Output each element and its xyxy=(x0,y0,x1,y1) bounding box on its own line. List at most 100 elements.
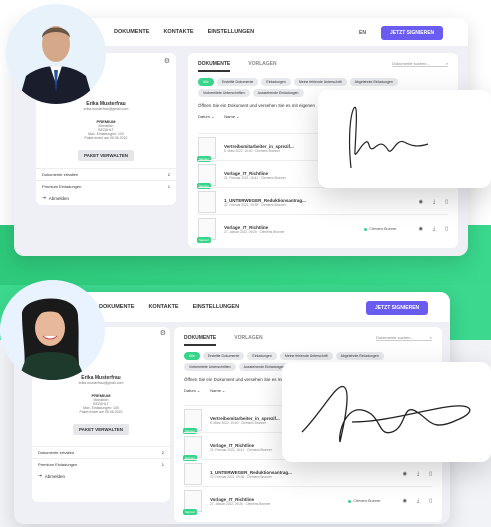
avatar-man-illustration xyxy=(6,4,106,104)
sort-date[interactable]: Datum ⌄ xyxy=(198,114,214,119)
document-thumbnail: Signiert xyxy=(197,137,216,162)
trash-icon[interactable]: ▯ xyxy=(445,226,448,232)
chip-alle[interactable]: Alle xyxy=(198,78,214,86)
gear-icon[interactable]: ⚙ xyxy=(164,57,170,65)
trash-icon[interactable]: ▯ xyxy=(445,199,448,205)
sort-date[interactable]: Datum ⌄ xyxy=(184,388,200,393)
tab-dokumente[interactable]: DOKUMENTE xyxy=(184,335,217,346)
manage-plan-button[interactable]: PAKET VERWALTEN xyxy=(72,424,129,435)
documents-received-row[interactable]: Dokumente erhalten 2 xyxy=(32,446,170,458)
row-count: 2 xyxy=(161,450,164,455)
eye-icon[interactable]: ◉ xyxy=(419,199,423,205)
search-input[interactable]: Dokumente suchen... ⌕ xyxy=(376,335,432,341)
document-subtitle: 5. März 2022, 10:40 · Clemens Brunner xyxy=(210,420,266,425)
nav-dokumente[interactable]: DOKUMENTE xyxy=(114,29,149,35)
sort-date-label: Datum xyxy=(198,114,210,119)
chip-erstellte[interactable]: Erstellte Dokumente xyxy=(216,78,259,86)
search-input[interactable]: Dokumente suchen... ⌕ xyxy=(392,61,448,67)
chip-vorbereitete[interactable]: Vorbereitete Unterschriften xyxy=(184,363,236,371)
documents-received-row[interactable]: Dokumente erhalten 2 xyxy=(36,168,176,180)
chip-alle[interactable]: Alle xyxy=(184,352,200,360)
signer-status: Clemens Brunner xyxy=(364,227,397,231)
document-title: Vertreibsmitarbeiter_in_sprezif... xyxy=(210,415,280,421)
sort-name[interactable]: Name ⌄ xyxy=(224,114,239,119)
tab-dokumente[interactable]: DOKUMENTE xyxy=(198,61,231,72)
search-placeholder: Dokumente suchen... xyxy=(392,61,430,66)
signer-name: Clemens Brunner xyxy=(369,227,397,231)
download-icon[interactable]: ⤓ xyxy=(433,199,435,205)
sign-now-button[interactable]: JETZT SIGNIEREN xyxy=(381,26,444,40)
logout-button[interactable]: ⇥ Abmelden xyxy=(32,470,170,482)
table-row[interactable]: 1_UNTERWEGER_Reduktionsantrag... 22. Febr… xyxy=(184,459,432,485)
trash-icon[interactable]: ▯ xyxy=(429,471,432,477)
table-row[interactable]: Signiert Vorlage_IT_Richtline 27. Januar … xyxy=(197,214,448,243)
row-count: 1 xyxy=(167,184,170,189)
avatar-woman xyxy=(0,280,105,380)
logout-label: Abmelden xyxy=(44,473,66,479)
chip-abgelehnte[interactable]: Abgelehnte Einladungen xyxy=(349,78,398,86)
document-title: 1_UNTERWEGER_Reduktionsantrag... xyxy=(224,197,306,203)
nav-kontakte[interactable]: KONTAKTE xyxy=(163,29,193,35)
row-actions: ◉ ⤓ ▯ xyxy=(419,199,448,205)
tab-vorlagen[interactable]: VORLAGEN xyxy=(234,335,262,346)
row-actions: ◉ ⤓ ▯ xyxy=(419,226,448,232)
document-title: 1_UNTERWEGER_Reduktionsantrag... xyxy=(210,469,292,475)
document-title: Vertreibsmitarbeiter_in_sprezif... xyxy=(224,143,294,149)
row-label: Premium Einladungen xyxy=(38,462,78,467)
signer-name: Clemens Brunner xyxy=(353,499,381,503)
avatar-woman-illustration xyxy=(0,280,105,380)
table-row[interactable]: 1_UNTERWEGER_Reduktionsantrag... 22. Febr… xyxy=(198,187,448,213)
document-subtitle: 27. Januar 2022, 09:25 · Clemens Brunner xyxy=(210,501,271,506)
manage-plan-button[interactable]: PAKET VERWALTEN xyxy=(77,150,134,161)
nav-kontakte[interactable]: KONTAKTE xyxy=(148,304,178,310)
signed-badge: Signiert xyxy=(197,237,212,243)
signature-card xyxy=(318,90,491,188)
premium-invites-row[interactable]: Premium Einladungen 1 xyxy=(36,180,176,192)
logout-button[interactable]: ⇥ Abmelden xyxy=(36,192,176,204)
table-row[interactable]: Signiert Vorlage_IT_Richtline 27. Januar … xyxy=(183,486,432,515)
eye-icon[interactable]: ◉ xyxy=(403,471,407,477)
nav-dokumente[interactable]: DOKUMENTE xyxy=(99,304,134,310)
sort-name-label: Name xyxy=(224,114,235,119)
chip-einladungen[interactable]: Einladungen xyxy=(261,78,291,86)
signed-badge: Signiert xyxy=(183,509,198,515)
premium-invites-row[interactable]: Premium Einladungen 1 xyxy=(32,458,170,470)
document-thumbnail xyxy=(184,463,202,485)
document-subtitle: 22. Februar 2022, 09:35 · Clemens Brunne… xyxy=(210,474,272,479)
language-switch[interactable]: EN xyxy=(359,30,366,36)
plan-line: Paket endet am 05.06.2022 xyxy=(79,410,123,414)
trash-icon[interactable]: ▯ xyxy=(429,498,432,504)
document-thumbnail: Signiert xyxy=(197,164,216,189)
chip-ausstehende[interactable]: Ausstehende Einladungen xyxy=(252,89,304,97)
chip-vorbereitete[interactable]: Vorbereitete Unterschriften xyxy=(198,89,250,97)
signature-drawing xyxy=(301,385,471,443)
plan-line: Paket endet am 05.06.2022 xyxy=(84,136,128,140)
search-icon: ⌕ xyxy=(445,61,448,66)
gear-icon[interactable]: ⚙ xyxy=(160,329,166,337)
eye-icon[interactable]: ◉ xyxy=(403,498,407,504)
document-thumbnail: Signiert xyxy=(183,409,202,434)
nav-einstellungen[interactable]: EINSTELLUNGEN xyxy=(208,29,254,35)
download-icon[interactable]: ⤓ xyxy=(417,471,419,477)
logout-icon: ⇥ xyxy=(38,473,42,478)
sign-now-button[interactable]: JETZT SIGNIEREN xyxy=(366,301,429,315)
search-placeholder: Dokumente suchen... xyxy=(376,335,414,340)
document-thumbnail xyxy=(198,191,216,213)
chip-abgelehnte[interactable]: Abgelehnte Einladungen xyxy=(335,352,384,360)
download-icon[interactable]: ⤓ xyxy=(417,498,419,504)
logout-label: Abmelden xyxy=(48,195,70,201)
chip-erstellte[interactable]: Erstellte Dokumente xyxy=(202,352,245,360)
row-count: 2 xyxy=(167,172,170,177)
chip-fehlende[interactable]: Meine fehlende Unterschrift xyxy=(293,78,347,86)
document-subtitle: 22. Februar 2022, 09:35 · Clemens Brunne… xyxy=(224,202,286,207)
nav-einstellungen[interactable]: EINSTELLUNGEN xyxy=(193,304,239,310)
download-icon[interactable]: ⤓ xyxy=(433,226,435,232)
chip-einladungen[interactable]: Einladungen xyxy=(247,352,277,360)
tab-vorlagen[interactable]: VORLAGEN xyxy=(248,61,276,72)
eye-icon[interactable]: ◉ xyxy=(419,226,423,232)
chip-fehlende[interactable]: Meine fehlende Unterschrift xyxy=(279,352,333,360)
document-subtitle: 21. Februar 2022, 16:41 · Clemens Brunne… xyxy=(210,447,272,452)
row-label: Dokumente erhalten xyxy=(42,172,79,177)
sort-name[interactable]: Name ⌄ xyxy=(210,388,225,393)
document-thumbnail: Signiert xyxy=(197,218,216,243)
